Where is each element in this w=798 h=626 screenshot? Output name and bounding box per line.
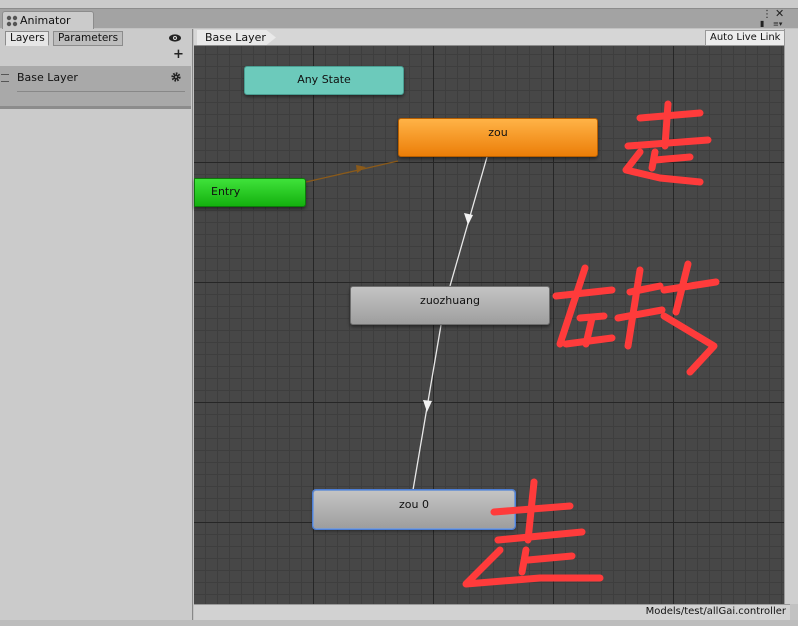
state-zou[interactable]: zou — [398, 118, 598, 157]
add-layer-button[interactable]: + — [173, 47, 184, 62]
animator-icon — [6, 15, 18, 27]
state-label: Any State — [297, 73, 351, 86]
state-label: zou — [488, 126, 508, 139]
layer-weight-slider[interactable] — [17, 91, 185, 92]
layer-item-base-layer[interactable]: Base Layer — [0, 66, 191, 106]
state-any-state[interactable]: Any State — [244, 66, 404, 95]
plus-icon: + — [173, 47, 184, 62]
bottom-panel-edge — [0, 620, 798, 626]
state-zou-0[interactable]: zou 0 — [313, 490, 515, 529]
state-label: zuozhuang — [420, 294, 480, 307]
title-bar — [0, 8, 798, 28]
layers-panel — [0, 29, 193, 626]
vertical-scrollbar[interactable] — [784, 29, 798, 604]
state-zuozhuang[interactable]: zuozhuang — [350, 286, 550, 325]
close-icon[interactable]: ✕ — [775, 8, 784, 19]
lock-icon[interactable]: ▮ — [760, 19, 764, 29]
gear-icon[interactable] — [170, 71, 182, 83]
tab-layers[interactable]: Layers — [5, 31, 49, 46]
tab-parameters[interactable]: Parameters — [53, 31, 123, 46]
animator-window-tab[interactable]: Animator — [2, 11, 94, 29]
window-title: Animator — [20, 14, 71, 27]
state-label: zou 0 — [399, 498, 429, 511]
drag-handle-icon[interactable] — [1, 74, 9, 82]
eye-icon[interactable] — [168, 32, 182, 44]
state-entry[interactable]: Entry — [194, 178, 306, 207]
state-label: Entry — [211, 185, 241, 198]
status-bar: Models/test/allGai.controller — [194, 604, 790, 620]
tab-layers-label: Layers — [10, 32, 45, 44]
options-dropdown-icon[interactable]: ≡▾ — [773, 19, 782, 29]
tab-parameters-label: Parameters — [58, 32, 119, 44]
breadcrumb[interactable]: Base Layer — [197, 30, 276, 45]
layer-name: Base Layer — [17, 71, 78, 84]
layer-list-divider — [0, 106, 191, 109]
window-top-strip — [0, 0, 798, 8]
graph-toolbar — [194, 29, 784, 46]
auto-live-link-button[interactable]: Auto Live Link — [705, 30, 786, 46]
controller-path: Models/test/allGai.controller — [645, 606, 786, 617]
auto-live-link-label: Auto Live Link — [710, 32, 781, 43]
breadcrumb-base-layer: Base Layer — [205, 31, 266, 44]
